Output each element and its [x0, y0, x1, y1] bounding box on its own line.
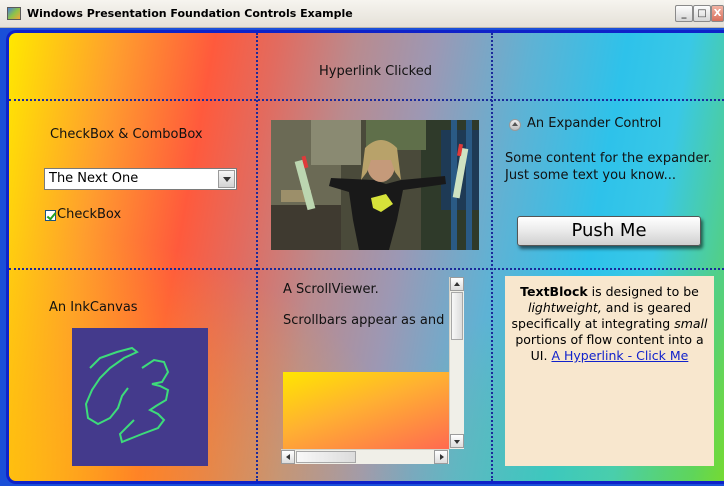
textblock-bold: TextBlock: [520, 284, 588, 299]
checkbox-combobox-label: CheckBox & ComboBox: [50, 127, 203, 142]
textblock-text: is designed to be: [587, 284, 699, 299]
close-button[interactable]: X: [711, 5, 724, 22]
window-title: Windows Presentation Foundation Controls…: [27, 7, 353, 20]
text-block: TextBlock is designed to be lightweight,…: [505, 276, 714, 466]
scroll-up-button[interactable]: [450, 277, 464, 291]
minimize-button[interactable]: _: [675, 5, 693, 22]
ink-canvas[interactable]: [72, 328, 208, 466]
ink-canvas-label: An InkCanvas: [49, 300, 138, 315]
combo-selected-value: The Next One: [49, 171, 139, 186]
app-window: Windows Presentation Foundation Controls…: [0, 0, 724, 486]
scrollviewer-text: Scrollbars appear as and when needed: [283, 313, 449, 328]
arrow-left-icon: [286, 454, 290, 460]
photo-performer: [271, 120, 479, 250]
hyperlink-status-text: Hyperlink Clicked: [319, 64, 432, 79]
scrollviewer-title: A ScrollViewer.: [283, 282, 379, 297]
scroll-left-button[interactable]: [281, 450, 295, 464]
scroll-viewport: A ScrollViewer. Scrollbars appear as and…: [281, 277, 449, 449]
grid-divider-horizontal: [9, 268, 724, 270]
expander-header[interactable]: An Expander Control: [527, 116, 661, 131]
expander-content-line1: Some content for the expander.: [505, 151, 712, 166]
vertical-scroll-thumb[interactable]: [451, 292, 463, 340]
push-me-button[interactable]: Push Me: [517, 216, 701, 246]
arrow-right-icon: [440, 454, 444, 460]
combo-dropdown-button[interactable]: [218, 170, 235, 188]
horizontal-scroll-thumb[interactable]: [296, 451, 356, 463]
textblock-italic: lightweight,: [527, 300, 602, 315]
horizontal-scrollbar[interactable]: [281, 449, 449, 464]
arrow-up-icon: [454, 282, 460, 286]
grid-divider-horizontal: [9, 99, 724, 101]
hyperlink[interactable]: A Hyperlink - Click Me: [551, 348, 688, 363]
arrow-down-icon: [454, 440, 460, 444]
ink-strokes: [84, 346, 170, 444]
scroll-right-button[interactable]: [434, 450, 448, 464]
scroll-down-button[interactable]: [450, 434, 464, 448]
expander-toggle-icon[interactable]: [509, 119, 521, 131]
app-icon: [7, 7, 21, 20]
gradient-rectangle: [283, 372, 449, 449]
scroll-viewer[interactable]: A ScrollViewer. Scrollbars appear as and…: [281, 277, 473, 467]
maximize-button[interactable]: □: [693, 5, 711, 22]
title-bar[interactable]: Windows Presentation Foundation Controls…: [0, 0, 724, 28]
client-area: Hyperlink Clicked CheckBox & ComboBox Th…: [6, 30, 724, 484]
image: [271, 120, 479, 250]
expander-content-line2: Just some text you know...: [505, 168, 676, 183]
vertical-scrollbar[interactable]: [449, 277, 464, 449]
checkbox-label[interactable]: CheckBox: [57, 207, 121, 222]
chevron-down-icon: [223, 177, 231, 182]
textblock-italic: small: [674, 316, 708, 331]
combo-box[interactable]: The Next One: [44, 168, 237, 190]
checkbox[interactable]: [45, 210, 56, 221]
